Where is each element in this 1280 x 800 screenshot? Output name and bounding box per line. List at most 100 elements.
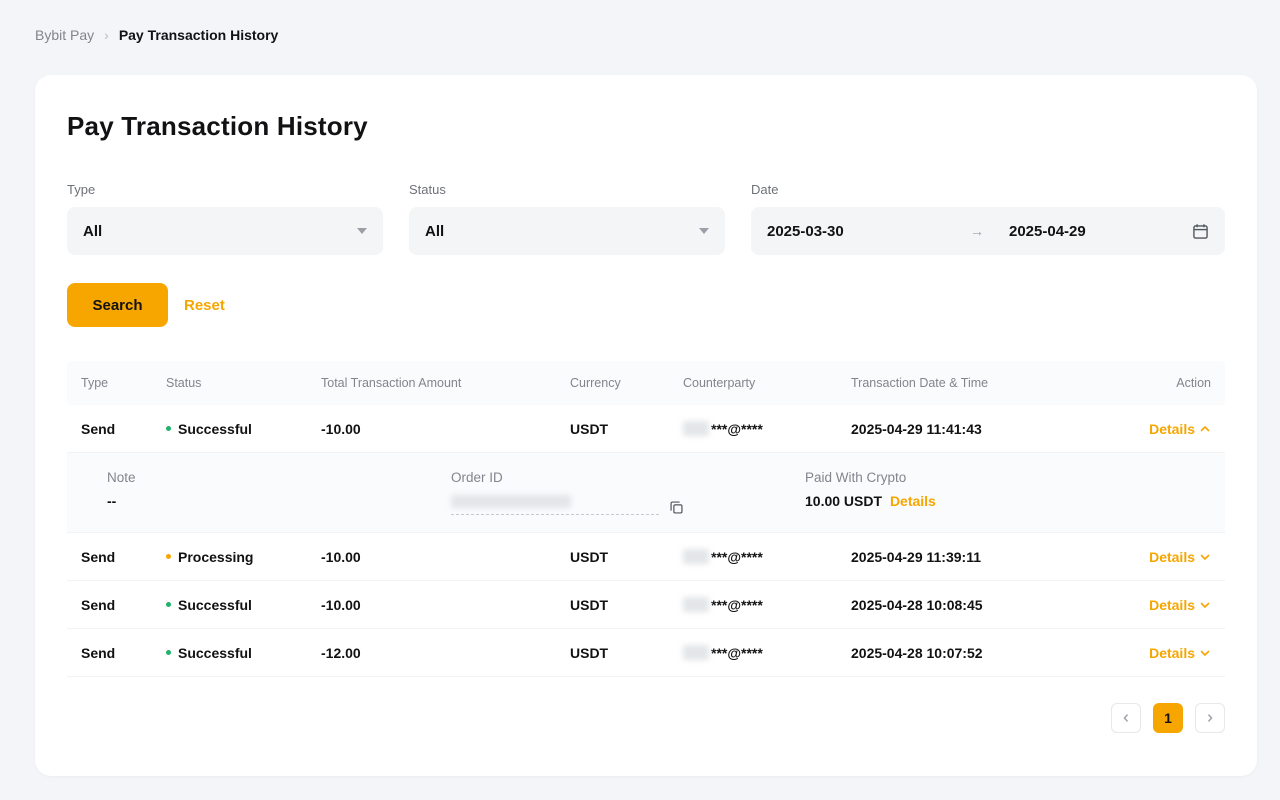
chevron-left-icon (1120, 712, 1132, 724)
row-datetime: 2025-04-29 11:39:11 (851, 549, 1121, 565)
status-label: Successful (178, 645, 252, 661)
type-select-value: All (83, 223, 102, 240)
table-row: Send Successful -10.00 USDT ***@**** 202… (67, 581, 1225, 629)
details-link[interactable]: Details (1149, 421, 1211, 437)
paid-details-link[interactable]: Details (890, 493, 936, 509)
details-label: Details (1149, 421, 1195, 437)
counterparty-masked: ***@**** (711, 645, 763, 661)
table-header-row: Type Status Total Transaction Amount Cur… (67, 361, 1225, 405)
chevron-down-icon (357, 228, 367, 234)
header-status: Status (166, 376, 321, 390)
calendar-icon (1192, 223, 1209, 240)
search-button[interactable]: Search (67, 283, 168, 327)
table-row: Send Successful -12.00 USDT ***@**** 202… (67, 629, 1225, 677)
note-label: Note (107, 470, 451, 485)
date-filter-group: Date 2025-03-30 → 2025-04-29 (751, 182, 1225, 255)
header-amount: Total Transaction Amount (321, 376, 570, 390)
type-select[interactable]: All (67, 207, 383, 255)
redacted-counterparty (683, 597, 709, 612)
row-datetime: 2025-04-29 11:41:43 (851, 421, 1121, 437)
row-status: Processing (166, 549, 321, 565)
date-end-value: 2025-04-29 (1009, 223, 1086, 240)
status-label: Processing (178, 549, 253, 565)
breadcrumb-current: Pay Transaction History (119, 27, 279, 43)
details-link[interactable]: Details (1149, 645, 1211, 661)
chevron-up-icon (1199, 423, 1211, 435)
row-currency: USDT (570, 645, 683, 661)
row-currency: USDT (570, 549, 683, 565)
table-row: Send Processing -10.00 USDT ***@**** 202… (67, 533, 1225, 581)
chevron-right-icon (1204, 712, 1216, 724)
status-select-value: All (425, 223, 444, 240)
copy-icon (669, 500, 684, 515)
row-status: Successful (166, 421, 321, 437)
table-row: Send Successful -10.00 USDT ***@**** 202… (67, 405, 1225, 453)
status-dot-success-icon (166, 426, 171, 431)
row-type: Send (81, 549, 166, 565)
pagination-page-1-button[interactable]: 1 (1153, 703, 1183, 733)
row-counterparty: ***@**** (683, 549, 851, 565)
header-type: Type (81, 376, 166, 390)
row-datetime: 2025-04-28 10:07:52 (851, 645, 1121, 661)
chevron-down-icon (699, 228, 709, 234)
row-type: Send (81, 597, 166, 613)
chevron-down-icon (1199, 647, 1211, 659)
status-label: Successful (178, 421, 252, 437)
chevron-down-icon (1199, 599, 1211, 611)
date-start-value: 2025-03-30 (767, 223, 957, 240)
copy-order-id-button[interactable] (669, 500, 684, 515)
status-filter-label: Status (409, 182, 725, 197)
status-dot-success-icon (166, 650, 171, 655)
details-label: Details (1149, 597, 1195, 613)
row-counterparty: ***@**** (683, 421, 851, 437)
header-counterparty: Counterparty (683, 376, 851, 390)
row-amount: -10.00 (321, 597, 570, 613)
status-select[interactable]: All (409, 207, 725, 255)
reset-button[interactable]: Reset (184, 297, 225, 314)
details-label: Details (1149, 549, 1195, 565)
paid-with-crypto-label: Paid With Crypto (805, 470, 1211, 485)
row-currency: USDT (570, 421, 683, 437)
type-filter-label: Type (67, 182, 383, 197)
transaction-table: Type Status Total Transaction Amount Cur… (67, 361, 1225, 677)
order-id-label: Order ID (451, 470, 805, 485)
paid-with-crypto-value: 10.00 USDT (805, 493, 882, 509)
page-title: Pay Transaction History (67, 111, 1225, 142)
details-link[interactable]: Details (1149, 549, 1211, 565)
row-status: Successful (166, 645, 321, 661)
counterparty-masked: ***@**** (711, 421, 763, 437)
counterparty-masked: ***@**** (711, 549, 763, 565)
row-counterparty: ***@**** (683, 645, 851, 661)
details-link[interactable]: Details (1149, 597, 1211, 613)
pagination: 1 (67, 703, 1225, 733)
row-counterparty: ***@**** (683, 597, 851, 613)
note-value: -- (107, 493, 451, 509)
row-type: Send (81, 645, 166, 661)
details-label: Details (1149, 645, 1195, 661)
note-section: Note -- (107, 470, 451, 515)
date-range-arrow-icon: → (957, 223, 997, 239)
row-amount: -10.00 (321, 549, 570, 565)
expanded-row-details: Note -- Order ID (67, 453, 1225, 533)
redacted-counterparty (683, 645, 709, 660)
filters-row: Type All Status All Date 2025-03-30 → 20… (67, 182, 1225, 255)
row-status: Successful (166, 597, 321, 613)
header-action: Action (1121, 376, 1211, 390)
row-datetime: 2025-04-28 10:08:45 (851, 597, 1121, 613)
breadcrumb-separator: › (104, 27, 109, 43)
status-dot-success-icon (166, 602, 171, 607)
status-label: Successful (178, 597, 252, 613)
pagination-prev-button[interactable] (1111, 703, 1141, 733)
type-filter-group: Type All (67, 182, 383, 255)
date-range-input[interactable]: 2025-03-30 → 2025-04-29 (751, 207, 1225, 255)
order-id-redacted (451, 495, 659, 515)
pagination-next-button[interactable] (1195, 703, 1225, 733)
header-currency: Currency (570, 376, 683, 390)
chevron-down-icon (1199, 551, 1211, 563)
breadcrumb-link-bybit-pay[interactable]: Bybit Pay (35, 27, 94, 43)
breadcrumb: Bybit Pay › Pay Transaction History (0, 0, 1280, 43)
row-type: Send (81, 421, 166, 437)
row-amount: -12.00 (321, 645, 570, 661)
date-filter-label: Date (751, 182, 1225, 197)
status-dot-processing-icon (166, 554, 171, 559)
